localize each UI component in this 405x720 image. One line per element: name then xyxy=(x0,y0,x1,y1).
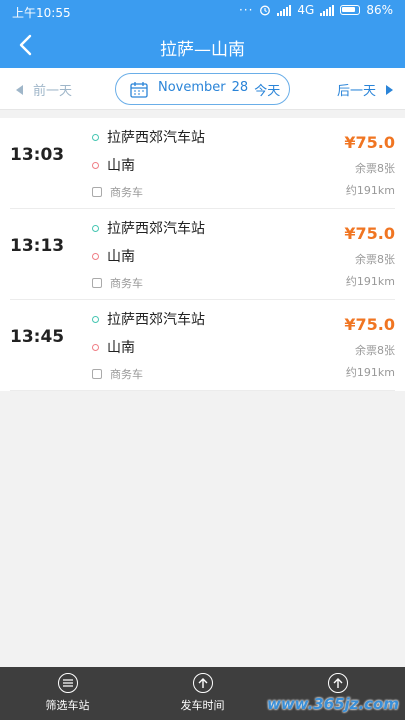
prev-day-label: 前一天 xyxy=(33,84,73,99)
prev-day-button[interactable]: 前一天 xyxy=(16,80,72,99)
departure-time: 13:45 xyxy=(10,327,65,347)
calendar-icon xyxy=(130,81,148,98)
page-title: 拉萨—山南 xyxy=(160,40,245,60)
bus-type: 商务车 xyxy=(110,277,143,290)
destination-dot-icon xyxy=(92,343,99,351)
departure-time: 13:13 xyxy=(10,236,65,256)
filter-icon xyxy=(57,673,78,693)
date-today: 今天 xyxy=(254,83,281,99)
date-bar: 前一天 November 28 今天 后一天 xyxy=(0,68,405,110)
distance: 约191km xyxy=(345,184,395,197)
tickets-left: 余票8张 xyxy=(355,162,395,175)
origin-dot-icon xyxy=(92,224,99,232)
trip-item[interactable]: 13:45 拉萨西郊汽车站 山南 商务车 ¥75.0 余票8张 约191km xyxy=(10,300,395,391)
nav-bar: 拉萨—山南 xyxy=(0,22,405,68)
destination-station: 山南 xyxy=(107,249,135,265)
tab-departure-time[interactable]: 发车时间 xyxy=(135,667,270,720)
network-label: 4G xyxy=(297,3,315,17)
next-day-button[interactable]: 后一天 xyxy=(337,80,393,99)
date-day: 28 xyxy=(231,79,249,95)
tab-filter-station[interactable]: 筛选车站 xyxy=(0,667,135,720)
destination-dot-icon xyxy=(92,161,99,169)
watermark: www.365jz.com xyxy=(266,695,399,713)
origin-station: 拉萨西郊汽车站 xyxy=(107,312,205,328)
alarm-icon xyxy=(260,5,271,16)
status-bar: 上午10:55 ··· 4G 86% xyxy=(0,0,405,22)
bottom-bar: 筛选车站 发车时间 价格 www.365jz.com xyxy=(0,667,405,720)
signal-icon xyxy=(277,4,292,16)
triangle-left-icon xyxy=(16,84,23,95)
trip-item[interactable]: 13:03 拉萨西郊汽车站 山南 商务车 ¥75.0 余票8张 约191km xyxy=(10,118,395,209)
dots-icon: ··· xyxy=(238,3,254,17)
battery-percent: 86% xyxy=(366,3,393,17)
destination-station: 山南 xyxy=(107,340,135,356)
arrow-up-icon xyxy=(192,673,213,693)
tickets-left: 余票8张 xyxy=(355,344,395,357)
bus-type: 商务车 xyxy=(110,186,143,199)
distance: 约191km xyxy=(345,366,395,379)
tab-filter-label: 筛选车站 xyxy=(45,699,90,712)
destination-dot-icon xyxy=(92,252,99,260)
next-day-label: 后一天 xyxy=(336,84,376,99)
origin-dot-icon xyxy=(92,315,99,323)
trip-item[interactable]: 13:13 拉萨西郊汽车站 山南 商务车 ¥75.0 余票8张 约191km xyxy=(10,209,395,300)
ticket-price: ¥75.0 xyxy=(344,315,395,334)
arrow-up-icon xyxy=(327,673,348,693)
header-background: 上午10:55 ··· 4G 86% 拉萨—山南 xyxy=(0,0,405,68)
ticket-price: ¥75.0 xyxy=(344,224,395,243)
date-month: November xyxy=(158,79,226,95)
origin-station: 拉萨西郊汽车站 xyxy=(107,130,205,146)
date-picker[interactable]: November 28 今天 xyxy=(115,73,290,105)
status-icons: ··· 4G 86% xyxy=(239,3,393,17)
triangle-right-icon xyxy=(386,84,393,95)
bus-icon xyxy=(92,187,102,197)
battery-icon xyxy=(340,5,361,15)
trip-list: 13:03 拉萨西郊汽车站 山南 商务车 ¥75.0 余票8张 约191km 1… xyxy=(0,118,405,391)
departure-time: 13:03 xyxy=(10,145,65,165)
tickets-left: 余票8张 xyxy=(355,253,395,266)
destination-station: 山南 xyxy=(107,158,135,174)
origin-station: 拉萨西郊汽车站 xyxy=(107,221,205,237)
distance: 约191km xyxy=(345,275,395,288)
bus-icon xyxy=(92,369,102,379)
bus-icon xyxy=(92,278,102,288)
origin-dot-icon xyxy=(92,133,99,141)
signal-icon-2 xyxy=(320,4,335,16)
tab-time-label: 发车时间 xyxy=(180,699,225,712)
status-time: 上午10:55 xyxy=(12,6,71,20)
bus-type: 商务车 xyxy=(110,368,143,381)
ticket-price: ¥75.0 xyxy=(344,133,395,152)
